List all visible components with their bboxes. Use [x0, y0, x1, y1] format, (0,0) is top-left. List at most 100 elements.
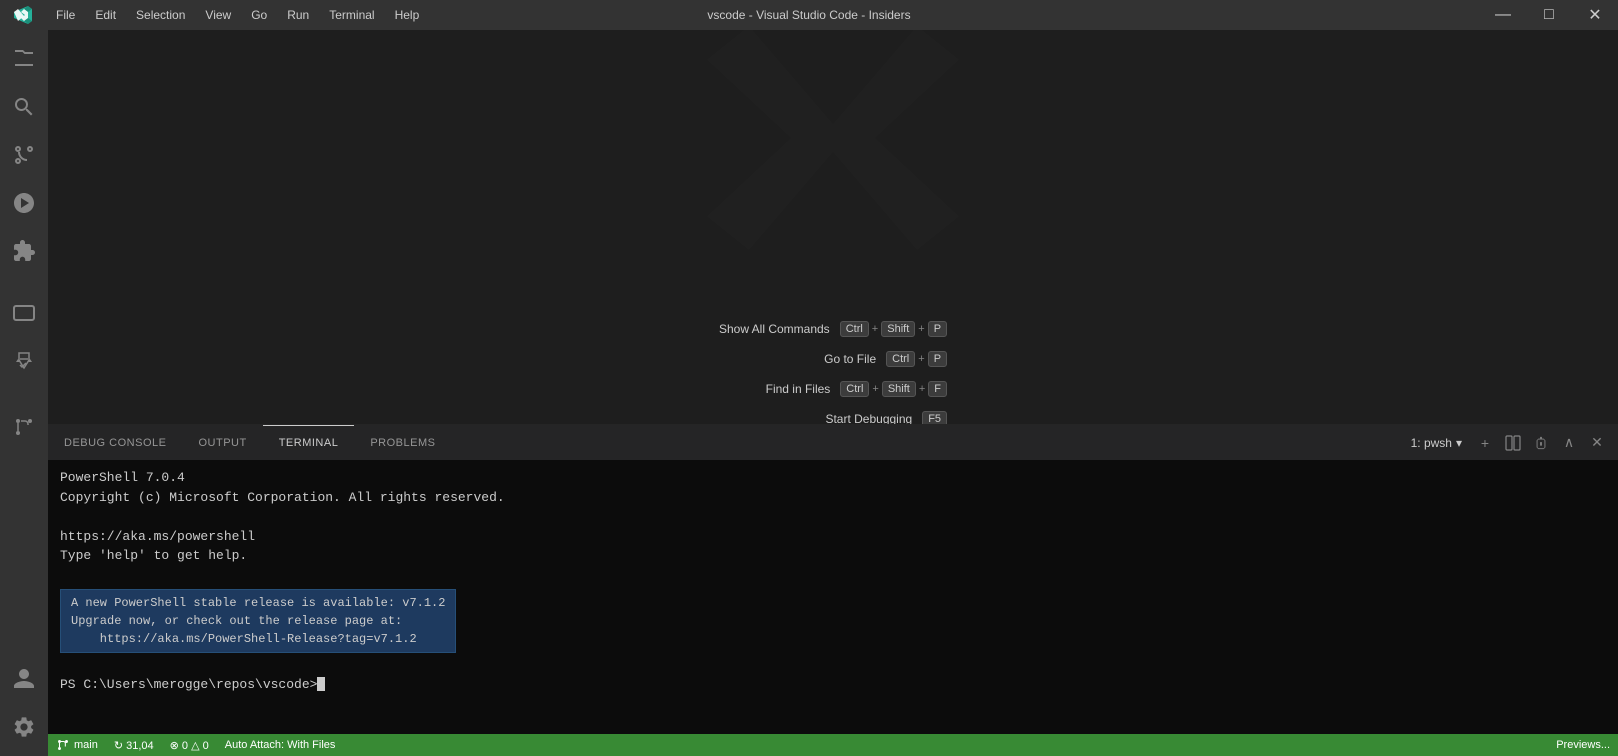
status-branch[interactable]: main	[48, 734, 106, 756]
tab-terminal[interactable]: TERMINAL	[263, 425, 355, 460]
shortcut-keys-find: Ctrl + Shift + F	[840, 381, 947, 397]
terminal-line-3	[60, 507, 1606, 527]
status-branch-text: main	[74, 739, 98, 751]
close-panel-button[interactable]: ✕	[1584, 430, 1610, 456]
titlebar-logo	[0, 0, 46, 30]
activity-icon-pull-requests[interactable]	[0, 403, 48, 451]
status-errors-text: ⊗ 0 △ 0	[170, 739, 209, 752]
terminal-selector-label: 1: pwsh	[1411, 436, 1452, 450]
menu-view[interactable]: View	[195, 0, 241, 30]
key-shift: Shift	[881, 321, 915, 337]
menu-run[interactable]: Run	[277, 0, 319, 30]
key-ctrl: Ctrl	[840, 321, 869, 337]
terminal-line-4: https://aka.ms/powershell	[60, 527, 1606, 547]
shortcut-label-commands: Show All Commands	[719, 322, 830, 336]
activity-icon-extensions[interactable]	[0, 227, 48, 275]
menu-selection[interactable]: Selection	[126, 0, 195, 30]
menu-file[interactable]: File	[46, 0, 85, 30]
terminal-prompt-text: PS C:\Users\merogge\repos\vscode>	[60, 677, 317, 692]
key-plus2: +	[918, 323, 924, 335]
terminal-line-6	[60, 566, 1606, 586]
menu-help[interactable]: Help	[385, 0, 430, 30]
terminal-prompt: PS C:\Users\merogge\repos\vscode>	[60, 677, 1606, 692]
key-plus: +	[872, 323, 878, 335]
settings-icon	[12, 715, 36, 739]
key-p: P	[928, 321, 947, 337]
tab-problems[interactable]: PROBLEMS	[354, 425, 451, 460]
panel-actions: 1: pwsh ▾ +	[1403, 430, 1618, 456]
minimize-button[interactable]: —	[1480, 0, 1526, 30]
activity-bar-bottom	[0, 655, 48, 756]
status-bar-right: Previews...	[1548, 734, 1618, 756]
menu-terminal[interactable]: Terminal	[319, 0, 384, 30]
shortcut-row-goto: Go to File Ctrl + P	[824, 351, 947, 367]
titlebar-controls: — □ ✕	[1480, 0, 1618, 30]
key-p-goto: P	[928, 351, 947, 367]
key-plus-goto: +	[918, 353, 924, 365]
status-auto-attach[interactable]: Auto Attach: With Files	[217, 734, 344, 756]
panel-tabs: DEBUG CONSOLE OUTPUT TERMINAL PROBLEMS	[48, 425, 451, 460]
shortcut-row-find: Find in Files Ctrl + Shift + F	[766, 381, 947, 397]
maximize-panel-button[interactable]: ∧	[1556, 430, 1582, 456]
shortcut-label-goto: Go to File	[824, 352, 876, 366]
vscode-watermark-icon	[693, 30, 973, 278]
key-plus-find2: +	[919, 383, 925, 395]
activity-icon-explorer[interactable]	[0, 35, 48, 83]
key-shift-find: Shift	[882, 381, 916, 397]
menu-edit[interactable]: Edit	[85, 0, 126, 30]
tab-debug-console[interactable]: DEBUG CONSOLE	[48, 425, 182, 460]
new-terminal-button[interactable]: +	[1472, 430, 1498, 456]
menu-go[interactable]: Go	[241, 0, 277, 30]
activity-icon-search[interactable]	[0, 83, 48, 131]
terminal-notification-line1: A new PowerShell stable release is avail…	[71, 594, 445, 612]
activity-icon-testing[interactable]	[0, 339, 48, 387]
status-remote-text: Previews...	[1556, 739, 1610, 751]
activity-bar	[0, 30, 48, 756]
shortcuts-panel: Show All Commands Ctrl + Shift + P Go to…	[719, 321, 947, 425]
terminal-body[interactable]: PowerShell 7.0.4 Copyright (c) Microsoft…	[48, 460, 1618, 734]
activity-icon-source-control[interactable]	[0, 131, 48, 179]
titlebar-left: File Edit Selection View Go Run Terminal…	[0, 0, 429, 30]
status-errors[interactable]: ⊗ 0 △ 0	[162, 734, 217, 756]
activity-icon-settings[interactable]	[0, 703, 48, 751]
source-control-icon	[12, 143, 36, 167]
panel-tabs-bar: DEBUG CONSOLE OUTPUT TERMINAL PROBLEMS 1…	[48, 425, 1618, 460]
terminal-dropdown-icon: ▾	[1456, 436, 1462, 450]
terminal-cursor	[317, 677, 325, 691]
shortcut-label-debug: Start Debugging	[825, 412, 912, 425]
terminal-panel: DEBUG CONSOLE OUTPUT TERMINAL PROBLEMS 1…	[48, 424, 1618, 734]
search-icon	[12, 95, 36, 119]
activity-icon-run-debug[interactable]	[0, 179, 48, 227]
close-button[interactable]: ✕	[1572, 0, 1618, 30]
activity-icon-accounts[interactable]	[0, 655, 48, 703]
status-sync[interactable]: ↻ 31,04	[106, 734, 162, 756]
tab-output[interactable]: OUTPUT	[182, 425, 262, 460]
status-remote[interactable]: Previews...	[1548, 734, 1618, 756]
maximize-button[interactable]: □	[1526, 0, 1572, 30]
shortcut-keys-goto: Ctrl + P	[886, 351, 947, 367]
split-terminal-icon	[1505, 435, 1521, 451]
branch-icon	[56, 738, 70, 752]
remote-explorer-icon	[12, 303, 36, 327]
vscode-logo-icon	[13, 5, 33, 25]
kill-terminal-icon	[1534, 436, 1548, 450]
split-terminal-button[interactable]	[1500, 430, 1526, 456]
terminal-notification-line3: https://aka.ms/PowerShell-Release?tag=v7…	[71, 630, 445, 648]
pull-requests-icon	[12, 415, 36, 439]
terminal-selector[interactable]: 1: pwsh ▾	[1403, 436, 1470, 450]
shortcut-row-commands: Show All Commands Ctrl + Shift + P	[719, 321, 947, 337]
terminal-line-5: Type 'help' to get help.	[60, 546, 1606, 566]
extensions-icon	[12, 239, 36, 263]
status-sync-text: ↻ 31,04	[114, 739, 154, 752]
titlebar-menu: File Edit Selection View Go Run Terminal…	[46, 0, 429, 30]
shortcut-keys-commands: Ctrl + Shift + P	[840, 321, 947, 337]
kill-terminal-button[interactable]	[1528, 430, 1554, 456]
content-area: Show All Commands Ctrl + Shift + P Go to…	[48, 30, 1618, 756]
terminal-line-blank	[60, 657, 1606, 677]
activity-icon-remote-explorer[interactable]	[0, 291, 48, 339]
shortcut-row-debug: Start Debugging F5	[825, 411, 947, 425]
key-f5: F5	[922, 411, 947, 425]
testing-icon	[12, 351, 36, 375]
key-ctrl-find: Ctrl	[840, 381, 869, 397]
explorer-icon	[12, 47, 36, 71]
